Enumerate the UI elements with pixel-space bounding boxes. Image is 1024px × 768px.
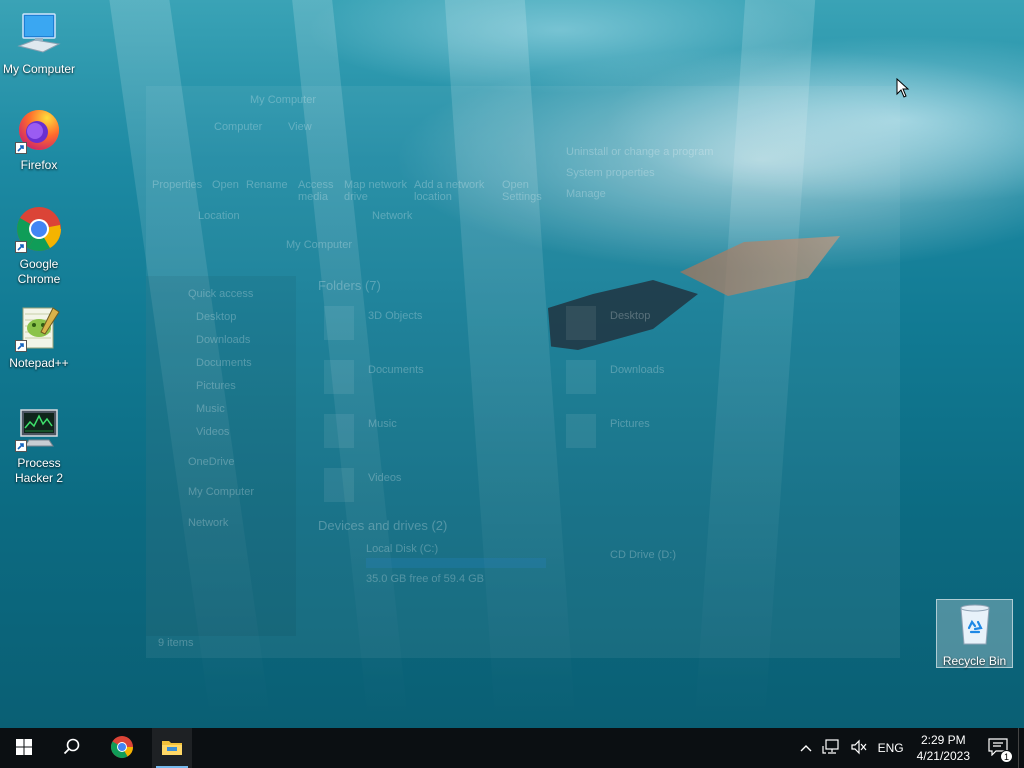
volume-button[interactable] <box>845 728 873 768</box>
ghost-window-title: My Computer <box>250 94 317 106</box>
desktop-icon-label: Recycle Bin <box>942 654 1007 668</box>
ghost-folders-header: Folders (7) <box>318 278 381 293</box>
desktop-icon-google-chrome[interactable]: Google Chrome <box>1 205 77 287</box>
ghost-folder-icon <box>566 360 596 394</box>
desktop-icon-my-computer[interactable]: My Computer <box>1 10 77 77</box>
shortcut-arrow-icon <box>15 241 27 253</box>
mouse-cursor-icon <box>896 77 910 101</box>
ghost-drive-d: CD Drive (D:) <box>610 549 676 561</box>
ghost-folder-icon <box>324 306 354 340</box>
desktop-icon-label: Google Chrome <box>17 257 61 286</box>
folder-icon <box>161 738 183 759</box>
ghost-nav-pictures: Pictures <box>196 380 236 392</box>
windows-start-icon <box>16 738 32 758</box>
ghost-nav-my-computer: My Computer <box>188 486 255 498</box>
chrome-icon <box>110 735 134 762</box>
ghost-nav-desktop: Desktop <box>196 311 237 323</box>
desktop-icon-label: Firefox <box>20 158 58 172</box>
search-icon <box>63 738 81 759</box>
ghost-ribbon-map-drive: Map network drive <box>344 179 407 203</box>
firefox-icon <box>15 106 63 154</box>
desktop-icon-notepad-plus-plus[interactable]: Notepad++ <box>1 304 77 371</box>
ghost-nav-documents: Documents <box>196 357 252 369</box>
ghost-ribbon-add-location: Add a network location <box>414 179 485 203</box>
recycle-bin-icon <box>953 602 997 646</box>
ghost-status-bar: 9 items <box>158 637 194 649</box>
ghost-tab-computer: Computer <box>214 121 263 133</box>
ghost-group-network: Network <box>372 210 413 222</box>
taskbar-file-explorer-button[interactable] <box>152 728 192 768</box>
ghost-nav-music: Music <box>196 403 225 415</box>
ghost-ribbon-properties: Properties <box>152 179 203 191</box>
ghost-ribbon-access-media: Access media <box>298 179 334 203</box>
taskbar: ENG 2:29 PM 4/21/2023 1 <box>0 728 1024 768</box>
clock-button[interactable]: 2:29 PM 4/21/2023 <box>909 728 978 768</box>
ghost-folder-pictures: Pictures <box>610 418 650 430</box>
ghost-drive-c-usage-bar <box>366 558 546 568</box>
ghost-ribbon-open: Open <box>212 179 239 191</box>
ghost-nav-downloads: Downloads <box>196 334 251 346</box>
chrome-icon <box>15 205 63 253</box>
desktop-icon-firefox[interactable]: Firefox <box>1 106 77 173</box>
show-hidden-icons-button[interactable] <box>795 728 817 768</box>
ghost-folder-icon <box>324 468 354 502</box>
ghost-folder-icon <box>324 360 354 394</box>
ghost-drive-c-space: 35.0 GB free of 59.4 GB <box>366 573 485 585</box>
process-hacker-icon <box>15 404 63 452</box>
desktop-icon-label: Notepad++ <box>9 356 69 370</box>
search-button[interactable] <box>48 728 96 768</box>
ghost-folder-documents: Documents <box>368 364 424 376</box>
taskbar-chrome-button[interactable] <box>96 728 148 768</box>
notepadpp-icon <box>15 304 63 352</box>
ghost-drive-c: Local Disk (C:) <box>366 543 439 555</box>
computer-icon <box>15 10 63 58</box>
clock-time: 2:29 PM <box>920 733 966 747</box>
chevron-up-icon <box>800 741 812 755</box>
network-status-button[interactable] <box>817 728 845 768</box>
ghost-folder-icon <box>566 306 596 340</box>
action-center-button[interactable]: 1 <box>978 728 1018 768</box>
desktop-icon-label: Process Hacker 2 <box>14 456 64 485</box>
network-icon <box>821 738 840 758</box>
ghost-devices-header: Devices and drives (2) <box>318 518 448 533</box>
ghost-ribbon-manage: Manage <box>566 188 606 200</box>
ghost-folder-3d: 3D Objects <box>368 310 423 322</box>
start-button[interactable] <box>0 728 48 768</box>
volume-muted-icon <box>850 739 868 758</box>
ghost-ribbon-uninstall: Uninstall or change a program <box>566 146 714 158</box>
ghost-nav-onedrive: OneDrive <box>188 456 235 468</box>
ghost-folder-videos: Videos <box>368 472 402 484</box>
input-language-button[interactable]: ENG <box>873 728 909 768</box>
ghost-group-location: Location <box>198 210 240 222</box>
ghost-ribbon-rename: Rename <box>246 179 288 191</box>
clock-date: 4/21/2023 <box>916 749 970 763</box>
shortcut-arrow-icon <box>15 440 27 452</box>
shortcut-arrow-icon <box>15 340 27 352</box>
desktop-icon-recycle-bin[interactable]: Recycle Bin <box>936 602 1013 669</box>
ghost-explorer-window: My Computer Computer View Properties Ope… <box>146 86 900 658</box>
notification-count-badge: 1 <box>1000 749 1013 763</box>
ghost-nav-videos: Videos <box>196 426 230 438</box>
ghost-folder-icon <box>566 414 596 448</box>
desktop-icon-label: My Computer <box>2 62 76 76</box>
system-tray: ENG 2:29 PM 4/21/2023 1 <box>795 728 1024 768</box>
show-desktop-button[interactable] <box>1018 728 1024 768</box>
desktop-icon-process-hacker[interactable]: Process Hacker 2 <box>1 404 77 486</box>
shortcut-arrow-icon <box>15 142 27 154</box>
ghost-nav-network: Network <box>188 517 229 529</box>
ghost-folder-downloads: Downloads <box>610 364 665 376</box>
ghost-folder-desktop: Desktop <box>610 310 651 322</box>
notification-icon: 1 <box>988 737 1013 763</box>
ghost-folder-icon <box>324 414 354 448</box>
ghost-address-bar: My Computer <box>286 239 353 251</box>
ghost-folder-music: Music <box>368 418 397 430</box>
ghost-ribbon-system: System properties <box>566 167 655 179</box>
ghost-nav-quick-access: Quick access <box>188 288 254 300</box>
ghost-ribbon-settings: Open Settings <box>502 179 542 203</box>
ghost-tab-view: View <box>288 121 312 133</box>
